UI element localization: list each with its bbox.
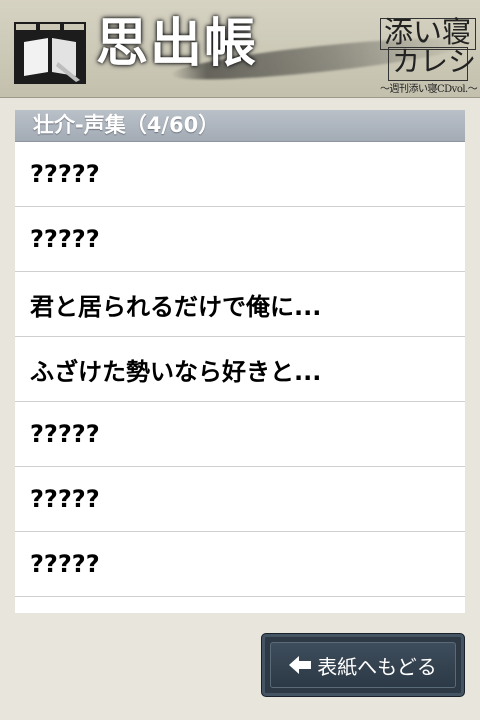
list-item-label: ????? xyxy=(30,550,100,578)
back-to-cover-button[interactable]: 表紙へもどる xyxy=(261,633,465,697)
list-item-label: ????? xyxy=(30,420,100,448)
list-item-label: ????? xyxy=(30,485,100,513)
list-item[interactable]: 君と居られるだけで俺に... xyxy=(15,272,465,337)
arrow-left-icon xyxy=(289,656,312,674)
list-item[interactable]: ????? xyxy=(15,467,465,532)
list-item[interactable]: ????? xyxy=(15,402,465,467)
list-item[interactable] xyxy=(15,597,465,613)
list-item-label: ふざけた勢いなら好きと... xyxy=(30,357,322,386)
brand-logo: 添い寝 カレシ 〜週刊添い寝CDvol.〜 xyxy=(380,15,478,95)
logo-line2: カレシ xyxy=(392,45,477,78)
app-header: 思出帳 添い寝 カレシ 〜週刊添い寝CDvol.〜 xyxy=(0,0,480,98)
list-item-label: 君と居られるだけで俺に... xyxy=(30,292,322,321)
list-item[interactable]: ふざけた勢いなら好きと... xyxy=(15,337,465,402)
section-title: 壮介-声集（4/60） xyxy=(15,110,465,142)
page-title: 思出帳 xyxy=(96,13,259,74)
list-item[interactable]: ????? xyxy=(15,207,465,272)
list-item[interactable]: ????? xyxy=(15,142,465,207)
list-item-label: ????? xyxy=(30,225,100,253)
list-item[interactable]: ????? xyxy=(15,532,465,597)
book-icon xyxy=(14,22,86,84)
list-item-label: ????? xyxy=(30,160,100,188)
voice-list-panel: 壮介-声集（4/60） ????? ????? 君と居られるだけで俺に... ふ… xyxy=(15,110,465,613)
logo-line1: 添い寝 xyxy=(384,15,472,49)
logo-subtitle: 〜週刊添い寝CDvol.〜 xyxy=(380,84,478,95)
back-button-label: 表紙へもどる xyxy=(317,654,437,679)
